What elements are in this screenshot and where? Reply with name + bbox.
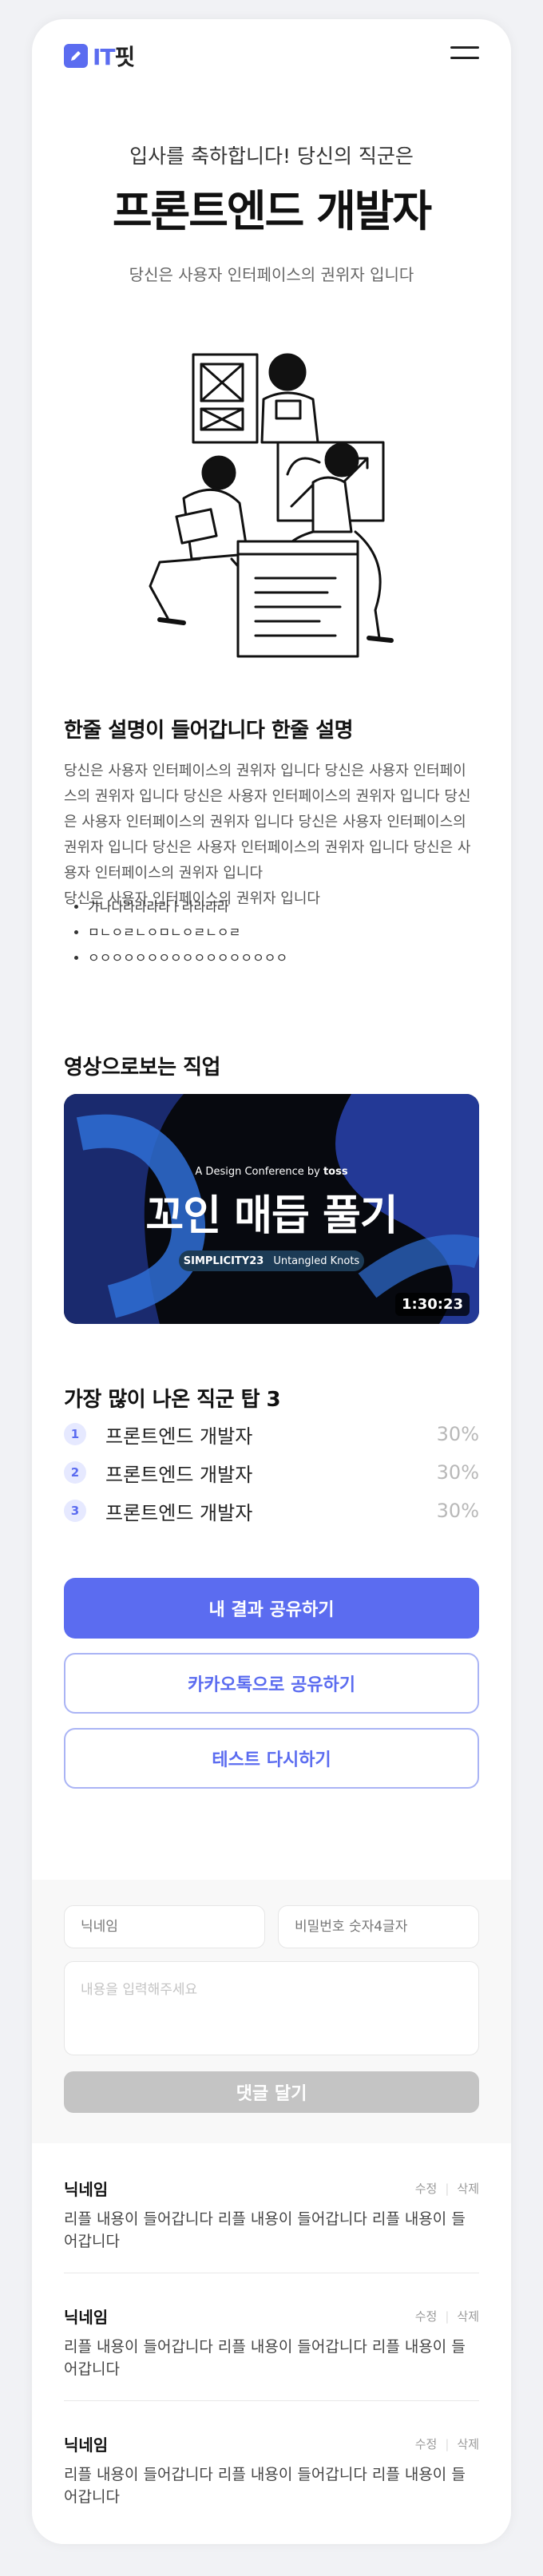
video-section-title: 영상으로보는 직업 xyxy=(64,1056,220,1080)
edit-comment-button[interactable]: 수정 xyxy=(415,2435,438,2452)
rank-number: 2 xyxy=(64,1461,86,1484)
submit-comment-button[interactable]: 댓글 달기 xyxy=(64,2071,479,2113)
rank-item: 3 프론트엔드 개발자 30% xyxy=(64,1496,479,1525)
rank-percent: 30% xyxy=(436,1500,479,1522)
logo[interactable]: IT핏 xyxy=(64,40,135,72)
comment-nickname: 닉네임 xyxy=(64,2308,109,2327)
summary-bullets: 가나다라라라라ㅏ라라라라 ㅁㄴㅇㄹㄴㅇㅁㄴㅇㄹㄴㅇㄹ ㅇㅇㅇㅇㅇㅇㅇㅇㅇㅇㅇㅇㅇ… xyxy=(64,894,503,971)
header: IT핏 xyxy=(64,40,479,70)
video-duration: 1:30:23 xyxy=(394,1293,470,1316)
rank-item: 1 프론트엔드 개발자 30% xyxy=(64,1420,479,1449)
logo-text: IT핏 xyxy=(93,44,135,70)
kakao-share-button[interactable]: 카카오톡으로 공유하기 xyxy=(64,1653,479,1714)
share-result-button[interactable]: 내 결과 공유하기 xyxy=(64,1578,479,1639)
rank-item: 2 프론트엔드 개발자 30% xyxy=(64,1458,479,1487)
pencil-icon xyxy=(64,44,88,68)
bullet-item: ㅁㄴㅇㄹㄴㅇㅁㄴㅇㄹㄴㅇㄹ xyxy=(88,920,503,945)
divider xyxy=(64,2400,479,2401)
comment-text: 리플 내용이 들어갑니다 리플 내용이 들어갑니다 리플 내용이 들어갑니다 xyxy=(64,2466,466,2506)
comment-text: 리플 내용이 들어갑니다 리플 내용이 들어갑니다 리플 내용이 들어갑니다 xyxy=(64,2338,466,2378)
comment-nickname: 닉네임 xyxy=(64,2435,109,2455)
edit-comment-button[interactable]: 수정 xyxy=(415,2180,438,2197)
rank-job-name: 프론트엔드 개발자 xyxy=(105,1425,253,1448)
video-thumbnail[interactable]: A Design Conference by toss 꼬인 매듭 풀기 SIM… xyxy=(64,1094,479,1324)
comment-nickname: 닉네임 xyxy=(64,2180,109,2199)
delete-comment-button[interactable]: 삭제 xyxy=(457,2435,479,2452)
retry-test-button[interactable]: 테스트 다시하기 xyxy=(64,1728,479,1789)
delete-comment-button[interactable]: 삭제 xyxy=(457,2180,479,2197)
video-badge: SIMPLICITY23 Untangled Knots xyxy=(179,1250,364,1271)
hero-subtitle: 입사를 축하합니다! 당신의 직군은 xyxy=(129,145,414,168)
hamburger-menu-icon[interactable] xyxy=(450,43,479,64)
summary-text: 당신은 사용자 인터페이스의 권위자 입니다 당신은 사용자 인터페이스의 권위… xyxy=(64,763,471,882)
delete-comment-button[interactable]: 삭제 xyxy=(457,2308,479,2324)
edit-comment-button[interactable]: 수정 xyxy=(415,2308,438,2324)
password-input[interactable] xyxy=(278,1905,479,1948)
job-title: 프론트엔드 개발자 xyxy=(112,186,432,236)
video-title: 꼬인 매듭 풀기 xyxy=(145,1192,398,1240)
bullet-item: 가나다라라라라ㅏ라라라라 xyxy=(88,894,503,920)
top3-title: 가장 많이 나온 직군 탑 3 xyxy=(64,1388,281,1412)
developer-illustration xyxy=(149,353,394,658)
comment-content-input[interactable]: 내용을 입력해주세요 xyxy=(64,1961,479,2055)
summary-title: 한줄 설명이 들어갑니다 한줄 설명 xyxy=(64,719,354,743)
rank-percent: 30% xyxy=(436,1423,479,1445)
conference-label: A Design Conference by toss xyxy=(195,1166,348,1178)
result-card: IT핏 입사를 축하합니다! 당신의 직군은 프론트엔드 개발자 당신은 사용자… xyxy=(32,19,511,2544)
hero-description: 당신은 사용자 인터페이스의 권위자 입니다 xyxy=(129,265,414,284)
comment-text: 리플 내용이 들어갑니다 리플 내용이 들어갑니다 리플 내용이 들어갑니다 xyxy=(64,2210,466,2250)
summary-paragraph: 당신은 사용자 인터페이스의 권위자 입니다 당신은 사용자 인터페이스의 권위… xyxy=(64,759,479,912)
rank-job-name: 프론트엔드 개발자 xyxy=(105,1501,253,1524)
bullet-item: ㅇㅇㅇㅇㅇㅇㅇㅇㅇㅇㅇㅇㅇㅇㅇㅇㅇ xyxy=(88,945,503,971)
rank-number: 3 xyxy=(64,1500,86,1522)
nickname-input[interactable] xyxy=(64,1905,265,1948)
rank-percent: 30% xyxy=(436,1461,479,1484)
comment-item: 닉네임 수정 | 삭제 리플 내용이 들어갑니다 리플 내용이 들어갑니다 리플 내… xyxy=(64,2305,479,2380)
rank-number: 1 xyxy=(64,1423,86,1445)
rank-job-name: 프론트엔드 개발자 xyxy=(105,1463,253,1486)
comment-item: 닉네임 수정 | 삭제 리플 내용이 들어갑니다 리플 내용이 들어갑니다 리플 내… xyxy=(64,2432,479,2508)
comment-item: 닉네임 수정 | 삭제 리플 내용이 들어갑니다 리플 내용이 들어갑니다 리플 내… xyxy=(64,2177,479,2253)
